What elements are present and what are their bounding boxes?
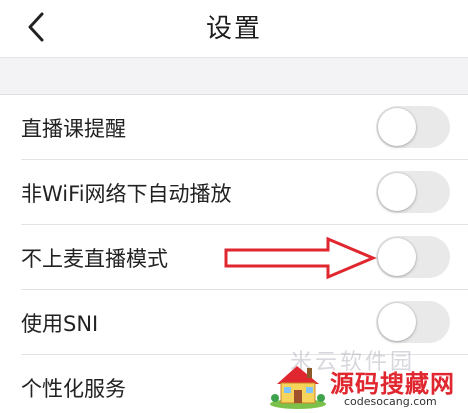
setting-row-live-reminder[interactable]: 直播课提醒 <box>0 95 468 160</box>
use-sni-toggle[interactable] <box>376 301 450 343</box>
toggle-knob <box>378 303 416 341</box>
live-reminder-toggle[interactable] <box>376 106 450 148</box>
setting-label: 直播课提醒 <box>21 117 126 141</box>
toggle-knob <box>378 173 416 211</box>
setting-label: 非WiFi网络下自动播放 <box>21 182 232 206</box>
no-mic-live-mode-toggle[interactable] <box>376 236 450 278</box>
toggle-knob <box>378 238 416 276</box>
section-spacer <box>0 58 468 94</box>
autoplay-non-wifi-toggle[interactable] <box>376 171 450 213</box>
setting-label: 个性化服务 <box>21 377 126 401</box>
setting-label: 不上麦直播模式 <box>21 247 168 271</box>
setting-row-autoplay-non-wifi[interactable]: 非WiFi网络下自动播放 <box>0 160 468 225</box>
page-title: 设置 <box>205 14 262 44</box>
settings-screen: 设置 直播课提醒 非WiFi网络下自动播放 不上麦直播模式 使用SNI 个性化服… <box>0 0 468 413</box>
house-logo-icon <box>270 366 326 409</box>
setting-label: 使用SNI <box>21 312 99 336</box>
watermark-url: codesocang.com <box>344 395 437 408</box>
toggle-knob <box>378 108 416 146</box>
red-arrow-annotation <box>224 236 377 280</box>
watermark-main-text: 源码搜藏网 <box>330 370 455 398</box>
nav-header: 设置 <box>0 0 468 60</box>
